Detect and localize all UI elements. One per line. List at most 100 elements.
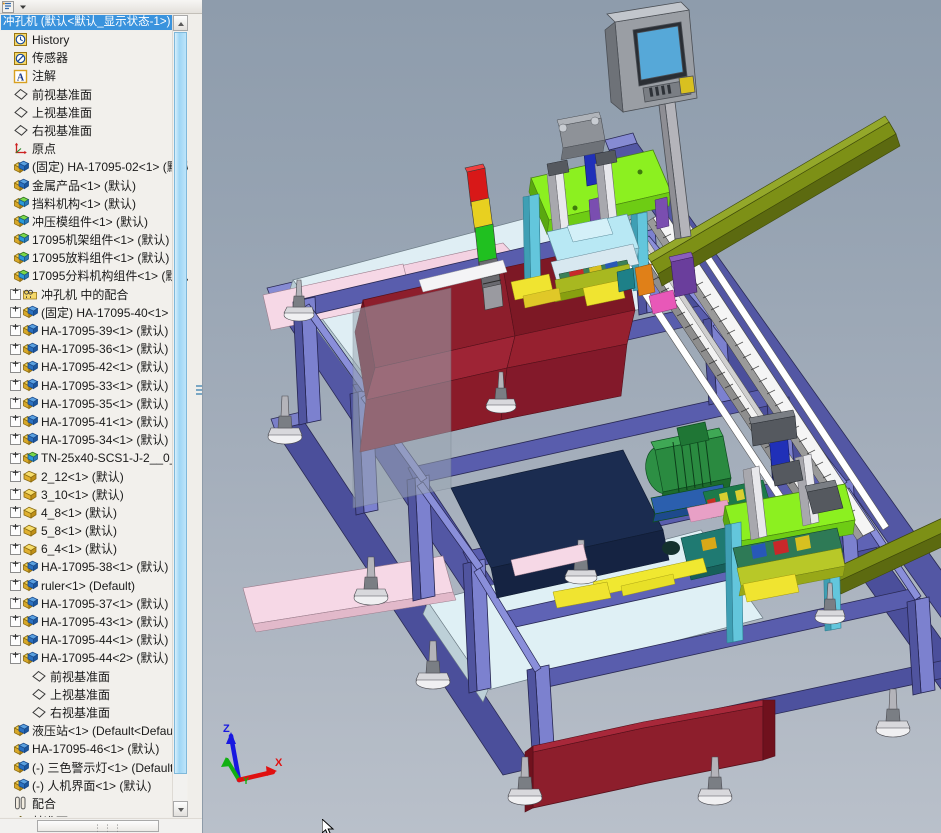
tree-item[interactable]: HA-17095-34<1> (默认) [0,430,188,449]
expand-toggle-icon[interactable] [10,612,21,628]
featuremanager-tree-icon[interactable] [2,1,14,13]
tree-item[interactable]: 右视基准面 [0,704,188,722]
expand-toggle-icon[interactable] [10,394,21,410]
expand-toggle-icon[interactable] [10,376,21,391]
cad-model-render: Z X Y [203,0,941,833]
expand-toggle-icon[interactable] [10,358,21,373]
expand-toggle-icon[interactable] [10,285,21,300]
feature-tree-list[interactable]: History 传感器 A 注解 前视基准面 上视基准面 右视基准面 原点 (固定) HA-17… [0,31,188,817]
assembly-green-icon [13,232,30,247]
tree-item-label: 3_10<1> (默认) [41,487,124,502]
hscrollbar-thumb[interactable]: ⋮⋮⋮ [37,820,159,833]
tree-item[interactable]: TN-25x40-SCS1-J-2__0_< [0,449,188,467]
tree-item[interactable]: HA-17095-43<1> (默认) [0,612,188,631]
tree-item[interactable]: (固定) HA-17095-40<1> ( [0,303,188,322]
expand-toggle-icon[interactable] [10,449,21,464]
graphics-viewport[interactable]: Z X Y [203,0,941,833]
tree-item[interactable]: HA-17095-39<1> (默认) [0,321,188,340]
tree-item[interactable]: HA-17095-36<1> (默认) [0,340,188,358]
tree-item[interactable]: HA-17095-42<1> (默认) [0,358,188,376]
tree-item[interactable]: (-) 人机界面<1> (默认) [0,777,188,795]
tree-item[interactable]: 挡料机构<1> (默认) [0,195,188,213]
tree-item[interactable]: HA-17095-33<1> (默认) [0,376,188,395]
tree-root-item[interactable]: 冲孔机 (默认<默认_显示状态-1>) [1,15,187,30]
plane-icon [13,87,30,102]
tree-item[interactable]: HA-17095-44<2> (默认) [0,649,188,667]
tree-item[interactable]: 右视基准面 [0,122,188,140]
expand-toggle-icon[interactable] [10,303,21,319]
tree-vertical-scrollbar[interactable] [172,15,188,817]
tree-item[interactable]: 前视基准面 [0,668,188,686]
tree-item[interactable]: 冲压模组件<1> (默认) [0,213,188,231]
part-yellow-icon [22,505,39,520]
splitter-grip-icon[interactable] [196,385,202,399]
tree-item-label: 注解 [32,69,57,84]
subassembly-icon [22,651,39,666]
tree-item[interactable]: 17095机架组件<1> (默认) [0,231,188,249]
expand-toggle-icon[interactable] [10,485,21,501]
tree-item[interactable]: 冲孔机 中的配合 [0,285,188,304]
subassembly-icon [13,178,30,193]
subassembly-icon [22,633,39,648]
tree-item[interactable]: HA-17095-44<1> (默认) [0,631,188,649]
tree-item[interactable]: History [0,31,188,49]
expand-toggle-icon[interactable] [10,467,21,482]
chevron-down-icon[interactable] [17,1,29,13]
tree-item[interactable]: 配合 [0,795,188,813]
tree-item-label: TN-25x40-SCS1-J-2__0_< [41,451,184,466]
tree-item-label: (固定) HA-17095-40<1> ( [41,305,176,320]
expand-toggle-icon[interactable] [10,412,21,428]
subassembly-icon [22,596,39,611]
expand-toggle-icon[interactable] [10,503,21,519]
tree-item[interactable]: 4_8<1> (默认) [0,503,188,522]
tree-item[interactable]: (固定) HA-17095-02<1> (默认 [0,158,188,176]
tree-item[interactable]: 传感器 [0,49,188,67]
expand-toggle-icon[interactable] [10,631,21,646]
svg-text:Y: Y [243,776,249,786]
expand-toggle-icon[interactable] [10,594,21,610]
tree-horizontal-scrollbar[interactable]: ⋮⋮⋮ [0,818,202,833]
feature-manager-tabstrip[interactable] [0,0,202,14]
expand-toggle-icon[interactable] [10,521,21,537]
expand-toggle-icon[interactable] [10,430,21,446]
tree-item[interactable]: HA-17095-46<1> (默认) [0,740,188,758]
tree-item[interactable]: 17095放料组件<1> (默认) [0,249,188,267]
tree-item[interactable]: 上视基准面 [0,104,188,122]
tree-item[interactable]: HA-17095-35<1> (默认) [0,394,188,413]
expand-toggle-icon[interactable] [10,576,21,591]
expand-toggle-icon[interactable] [10,540,21,555]
assembly-green-icon [13,251,30,266]
tree-item[interactable]: 17095分料机构组件<1> (默认 [0,267,188,285]
tree-item[interactable]: 金属产品<1> (默认) [0,177,188,195]
tree-item[interactable]: (-) 三色警示灯<1> (Default) [0,759,188,777]
subassembly-icon [22,305,39,320]
tree-item[interactable]: HA-17095-37<1> (默认) [0,594,188,613]
subassembly-icon [22,323,39,338]
tree-item[interactable]: 2_12<1> (默认) [0,467,188,486]
tree-item[interactable]: 5_8<1> (默认) [0,521,188,540]
tree-item-label: 液压站<1> (Default<Default_ [32,724,186,739]
expand-toggle-icon[interactable] [10,649,21,664]
tree-item[interactable]: 前视基准面 [0,86,188,104]
tree-item[interactable]: HA-17095-38<1> (默认) [0,558,188,576]
scroll-up-arrow-icon[interactable] [173,15,188,31]
tree-item[interactable]: ruler<1> (Default) [0,576,188,595]
scrollbar-grip-icon: ⋮⋮⋮ [93,823,123,833]
plane-icon [13,105,30,120]
tree-item[interactable]: 6_4<1> (默认) [0,540,188,558]
expand-toggle-icon[interactable] [10,558,21,573]
tree-item-label: 6_4<1> (默认) [41,542,118,557]
tree-item[interactable]: 原点 [0,140,188,158]
tree-item[interactable]: 上视基准面 [0,686,188,704]
tree-item[interactable]: 基准面1 [0,813,188,817]
expand-toggle-icon[interactable] [10,340,21,355]
expand-toggle-icon[interactable] [10,321,21,337]
scroll-down-arrow-icon[interactable] [173,801,188,817]
tree-item[interactable]: 液压站<1> (Default<Default_ [0,722,188,740]
tree-item[interactable]: 3_10<1> (默认) [0,485,188,504]
tree-item[interactable]: A 注解 [0,67,188,85]
scrollbar-thumb[interactable] [174,32,187,774]
tree-item[interactable]: HA-17095-41<1> (默认) [0,412,188,431]
annotation-a-icon: A [13,69,30,84]
